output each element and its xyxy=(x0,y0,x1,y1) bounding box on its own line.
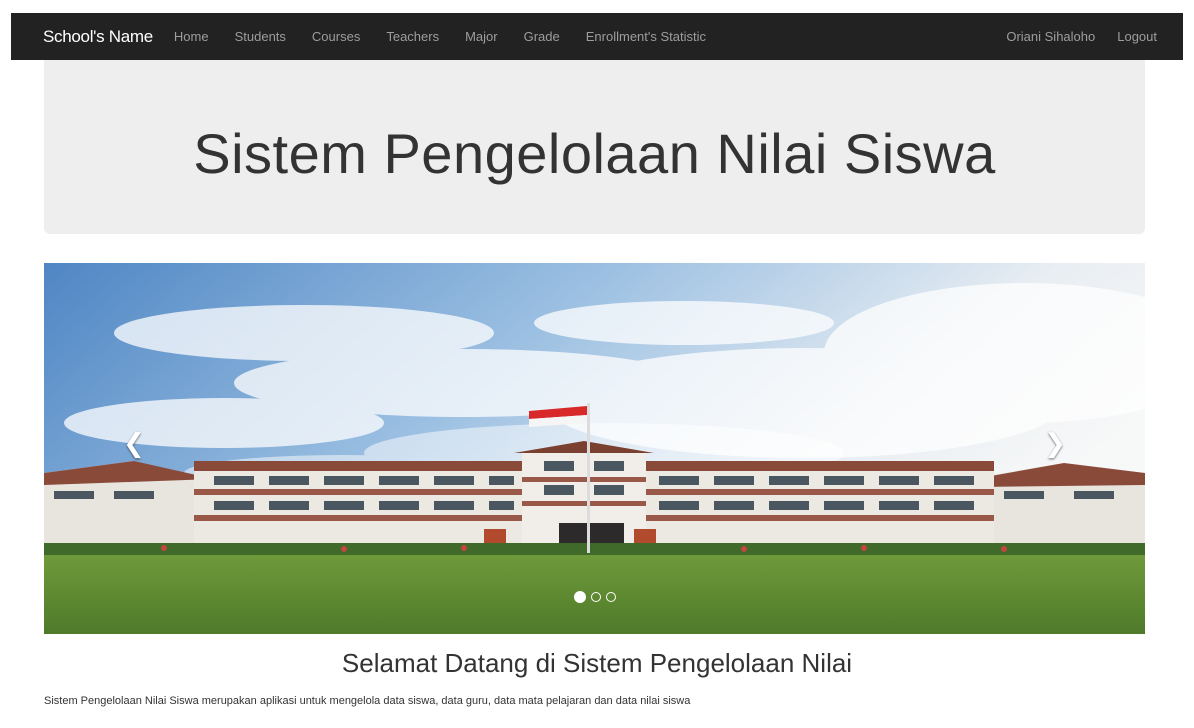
nav-item-enrollment-statistic[interactable]: Enrollment's Statistic xyxy=(573,29,719,44)
nav-user-menu: Oriani Sihaloho Logout xyxy=(995,29,1168,44)
chevron-right-icon: ❯ xyxy=(1044,428,1066,458)
nav-item-students[interactable]: Students xyxy=(222,29,299,44)
carousel-next-control[interactable]: ❯ xyxy=(965,263,1145,634)
carousel-indicator-1[interactable] xyxy=(573,591,586,603)
carousel-indicator-2[interactable] xyxy=(590,592,601,602)
brand-link[interactable]: School's Name xyxy=(43,27,153,47)
nav-item-teachers[interactable]: Teachers xyxy=(373,29,452,44)
nav-menu: Home Students Courses Teachers Major Gra… xyxy=(161,29,719,44)
logout-link[interactable]: Logout xyxy=(1106,29,1168,44)
nav-item-home[interactable]: Home xyxy=(161,29,222,44)
page-title: Sistem Pengelolaan Nilai Siswa xyxy=(193,121,996,185)
top-navbar: School's Name Home Students Courses Teac… xyxy=(11,13,1183,60)
image-carousel: ❮ ❯ xyxy=(44,263,1145,634)
carousel-prev-control[interactable]: ❮ xyxy=(44,263,224,634)
nav-item-courses[interactable]: Courses xyxy=(299,29,373,44)
welcome-description: Sistem Pengelolaan Nilai Siswa merupakan… xyxy=(44,695,691,707)
user-name-link[interactable]: Oriani Sihaloho xyxy=(995,29,1106,44)
welcome-heading: Selamat Datang di Sistem Pengelolaan Nil… xyxy=(341,648,853,678)
chevron-left-icon: ❮ xyxy=(123,428,145,458)
nav-item-grade[interactable]: Grade xyxy=(511,29,573,44)
jumbotron: Sistem Pengelolaan Nilai Siswa xyxy=(44,60,1145,234)
nav-item-major[interactable]: Major xyxy=(452,29,511,44)
carousel-indicators xyxy=(44,591,1145,603)
carousel-indicator-3[interactable] xyxy=(605,592,616,602)
